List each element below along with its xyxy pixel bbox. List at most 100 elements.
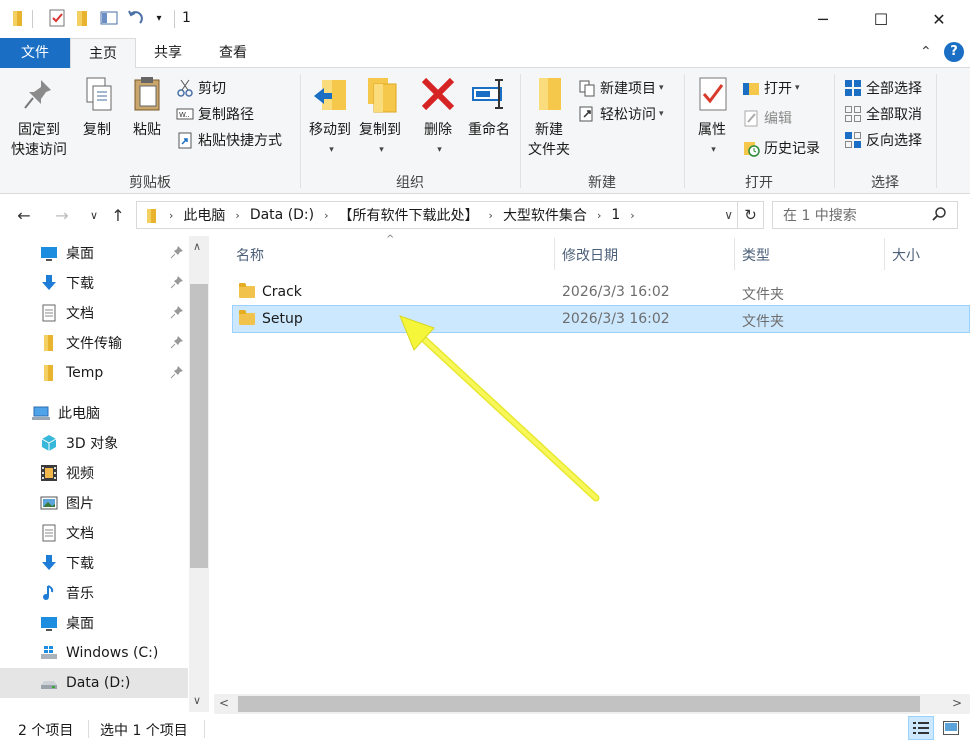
- new-folder-button[interactable]: 新建 文件夹: [524, 74, 574, 160]
- delete-label: 删除: [424, 122, 452, 138]
- tab-file[interactable]: 文件: [0, 38, 70, 68]
- nav-item-videos[interactable]: 视频: [0, 458, 188, 488]
- scissors-icon: [176, 79, 194, 97]
- delete-dropdown-icon: ▾: [437, 145, 442, 155]
- rename-icon: [469, 74, 509, 114]
- nav-item-documents[interactable]: 文档: [0, 298, 188, 328]
- collapse-ribbon-icon[interactable]: ⌃: [920, 44, 932, 60]
- breadcrumb-software-collection[interactable]: 大型软件集合: [503, 205, 587, 225]
- group-separator: [834, 74, 835, 188]
- pin-icon[interactable]: [170, 335, 184, 349]
- column-separator[interactable]: [884, 238, 885, 270]
- select-all-button[interactable]: 全部选择: [844, 76, 922, 100]
- nav-item-pictures[interactable]: 图片: [0, 488, 188, 518]
- new-item-label: 新建项目: [600, 81, 656, 97]
- tab-view[interactable]: 查看: [200, 38, 266, 68]
- recent-locations-chevron-icon[interactable]: ∨: [82, 202, 106, 228]
- address-history-chevron-icon[interactable]: ∨: [724, 208, 733, 222]
- breadcrumb-separator-icon[interactable]: ›: [630, 209, 634, 222]
- pin-to-quick-access-button[interactable]: 固定到 快速访问: [6, 74, 72, 160]
- properties-button[interactable]: 属性 ▾: [690, 74, 734, 160]
- maximize-button[interactable]: ☐: [852, 0, 910, 38]
- nav-item-downloads[interactable]: 下载: [0, 268, 188, 298]
- breadcrumb-separator-icon[interactable]: ›: [489, 209, 493, 222]
- nav-item-temp[interactable]: Temp: [0, 358, 188, 388]
- pin-icon[interactable]: [170, 365, 184, 379]
- tab-home[interactable]: 主页: [70, 38, 136, 69]
- customize-quick-access-icon[interactable]: ▾: [150, 9, 168, 27]
- column-header-type[interactable]: 类型: [742, 238, 882, 272]
- undo-icon[interactable]: [126, 9, 144, 27]
- new-item-button[interactable]: 新建项目 ▾: [578, 76, 664, 100]
- cut-button[interactable]: 剪切: [176, 76, 226, 100]
- nav-item-file-transfer[interactable]: 文件传输: [0, 328, 188, 358]
- pin-icon[interactable]: [170, 275, 184, 289]
- paste-button[interactable]: 粘贴: [126, 74, 168, 140]
- address-bar[interactable]: › 此电脑 › Data (D:) › 【所有软件下载此处】 › 大型软件集合 …: [136, 201, 738, 229]
- desktop-icon: [40, 614, 58, 632]
- nav-item-desktop-pc[interactable]: 桌面: [0, 608, 188, 638]
- nav-item-downloads-pc[interactable]: 下载: [0, 548, 188, 578]
- pin-icon[interactable]: [170, 305, 184, 319]
- edit-button[interactable]: 编辑: [742, 106, 792, 130]
- refresh-icon[interactable]: ↻: [738, 201, 764, 229]
- new-folder-icon[interactable]: [74, 9, 92, 27]
- minimize-button[interactable]: ─: [794, 0, 852, 38]
- breadcrumb-downloads-folder[interactable]: 【所有软件下载此处】: [339, 205, 479, 225]
- easy-access-button[interactable]: 轻松访问 ▾: [578, 102, 664, 126]
- copy-button[interactable]: 复制: [76, 74, 118, 140]
- breadcrumb-separator-icon[interactable]: ›: [235, 209, 239, 222]
- breadcrumb-separator-icon[interactable]: ›: [597, 209, 601, 222]
- nav-item-desktop[interactable]: 桌面: [0, 238, 188, 268]
- close-button[interactable]: ✕: [910, 0, 968, 38]
- pin-icon[interactable]: [170, 245, 184, 259]
- column-separator[interactable]: [734, 238, 735, 270]
- scroll-left-chevron-icon[interactable]: <: [219, 696, 229, 710]
- file-row-crack[interactable]: Crack 2026/3/3 16:02 文件夹: [232, 278, 970, 306]
- nav-item-3d-objects[interactable]: 3D 对象: [0, 428, 188, 458]
- pane-icon[interactable]: [100, 9, 118, 27]
- breadcrumb-data-drive[interactable]: Data (D:): [250, 207, 314, 223]
- document-icon: [40, 524, 58, 542]
- rename-button[interactable]: 重命名: [462, 74, 516, 140]
- search-input[interactable]: 在 1 中搜索: [772, 201, 958, 229]
- nav-pane-scroll-thumb[interactable]: [190, 284, 208, 568]
- invert-selection-button[interactable]: 反向选择: [844, 128, 922, 152]
- paste-shortcut-button[interactable]: 粘贴快捷方式: [176, 128, 282, 152]
- select-none-button[interactable]: 全部取消: [844, 102, 922, 126]
- file-list-scroll-thumb[interactable]: [238, 696, 920, 712]
- column-separator[interactable]: [554, 238, 555, 270]
- column-header-name[interactable]: 名称: [236, 238, 552, 272]
- delete-button[interactable]: 删除 ▾: [418, 74, 458, 160]
- open-button[interactable]: 打开 ▾: [742, 76, 800, 100]
- forward-arrow-icon[interactable]: →: [50, 202, 74, 228]
- nav-item-documents-pc[interactable]: 文档: [0, 518, 188, 548]
- breadcrumb-separator-icon[interactable]: ›: [169, 209, 173, 222]
- column-header-date-modified[interactable]: 修改日期: [562, 238, 732, 272]
- tab-share[interactable]: 共享: [136, 38, 200, 68]
- move-to-button[interactable]: 移动到 ▾: [306, 74, 354, 160]
- scroll-right-chevron-icon[interactable]: >: [952, 696, 962, 710]
- scroll-down-chevron-icon[interactable]: ∨: [193, 694, 201, 707]
- details-view-icon[interactable]: [908, 716, 934, 740]
- breadcrumb-current-folder[interactable]: 1: [611, 207, 620, 223]
- folder-icon: [238, 310, 256, 328]
- help-icon[interactable]: ?: [944, 42, 964, 62]
- nav-item-data-drive[interactable]: Data (D:): [0, 668, 188, 698]
- breadcrumb-this-pc[interactable]: 此电脑: [183, 205, 225, 225]
- back-arrow-icon[interactable]: ←: [12, 202, 36, 228]
- nav-item-windows-drive[interactable]: Windows (C:): [0, 638, 188, 668]
- copy-to-button[interactable]: 复制到 ▾: [356, 74, 404, 160]
- history-button[interactable]: 历史记录: [742, 136, 820, 160]
- large-icons-view-icon[interactable]: [938, 716, 964, 740]
- music-icon: [40, 584, 58, 602]
- nav-item-music[interactable]: 音乐: [0, 578, 188, 608]
- up-arrow-icon[interactable]: ↑: [106, 202, 130, 228]
- file-type: 文件夹: [742, 314, 784, 330]
- properties-icon[interactable]: [48, 9, 66, 27]
- column-header-size[interactable]: 大小: [892, 238, 962, 272]
- copy-path-button[interactable]: W.. 复制路径: [176, 102, 254, 126]
- breadcrumb-separator-icon[interactable]: ›: [324, 209, 328, 222]
- scroll-up-chevron-icon[interactable]: ∧: [193, 240, 201, 253]
- nav-item-this-pc[interactable]: 此电脑: [0, 398, 188, 428]
